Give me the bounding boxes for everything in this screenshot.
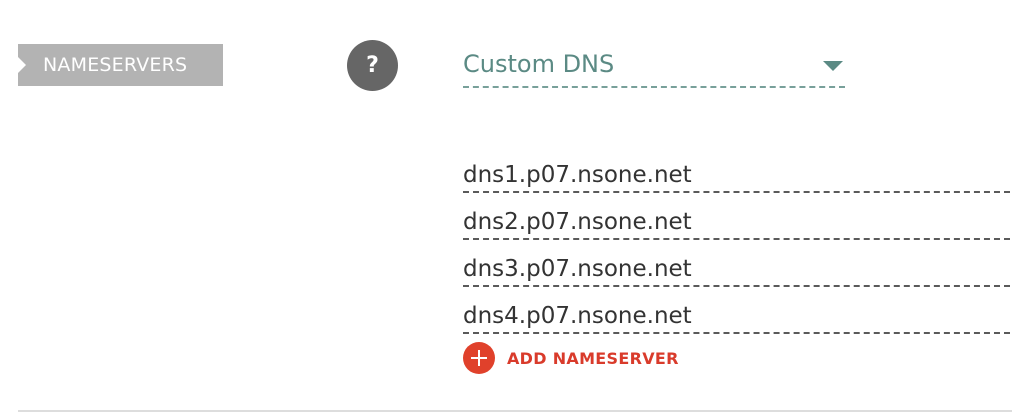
section-label: NAMESERVERS: [43, 54, 188, 76]
help-glyph: ?: [366, 53, 379, 78]
nameserver-input-1[interactable]: [463, 162, 1010, 188]
nameserver-input-2[interactable]: [463, 209, 1010, 235]
help-icon[interactable]: ?: [347, 40, 398, 91]
nameserver-row: [463, 287, 1010, 334]
nameserver-row: [463, 146, 1010, 193]
nameserver-list: [463, 146, 1010, 334]
caret-down-icon: [823, 61, 843, 71]
nameserver-input-3[interactable]: [463, 256, 1010, 282]
section-label-tag: NAMESERVERS: [18, 44, 223, 86]
dns-type-select[interactable]: Custom DNS: [463, 44, 845, 88]
add-nameserver-button[interactable]: ADD NAMESERVER: [463, 342, 679, 374]
nameserver-row: [463, 240, 1010, 287]
section-divider: [18, 410, 1012, 412]
add-nameserver-label: ADD NAMESERVER: [507, 348, 679, 368]
dns-type-value: Custom DNS: [463, 50, 615, 78]
plus-circle-icon: [463, 342, 495, 374]
nameservers-panel: NAMESERVERS ? Custom DNS ADD NAMESERVER: [0, 0, 1012, 414]
tag-notch: [18, 57, 26, 73]
nameserver-input-4[interactable]: [463, 303, 1010, 329]
nameserver-row: [463, 193, 1010, 240]
